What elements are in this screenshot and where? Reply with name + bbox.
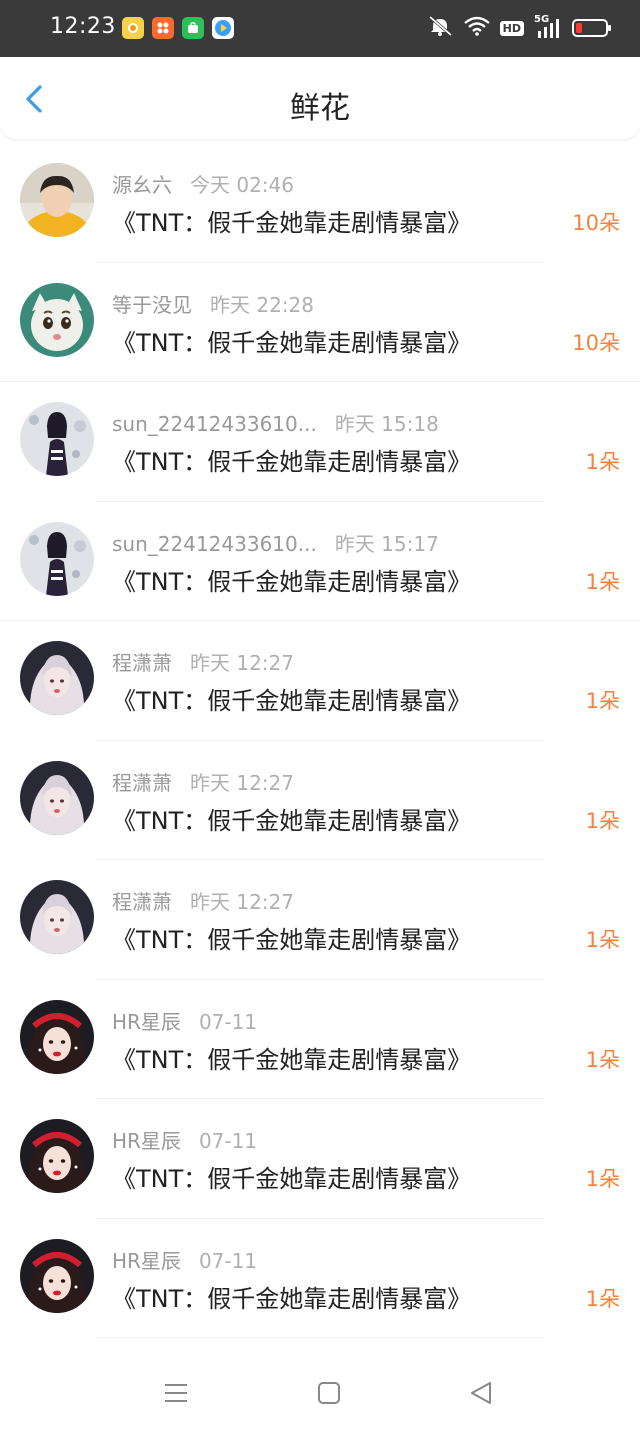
list-item[interactable]: HR星辰 07-11 《TNT：假千金她靠走剧情暴富》 1朵 [0, 1099, 640, 1219]
avatar[interactable] [20, 1119, 94, 1193]
flower-count: 1朵 [585, 1047, 620, 1072]
signal-icon: 5G [534, 14, 562, 39]
weather-app-icon [122, 17, 144, 39]
header: 鲜花 [0, 57, 640, 139]
item-meta: 程潇萧 昨天 12:27 [112, 767, 294, 796]
shop-app-icon [182, 17, 204, 39]
flower-count: 10朵 [572, 211, 620, 235]
book-title[interactable]: 《TNT：假千金她靠走剧情暴富》 [112, 801, 471, 836]
list-item[interactable]: 源幺六 今天 02:46 《TNT：假千金她靠走剧情暴富》 10朵 [0, 143, 640, 263]
battery-level [576, 23, 582, 33]
user-name[interactable]: sun_22412433610... [112, 532, 317, 556]
user-name[interactable]: 等于没见 [112, 293, 192, 317]
item-meta: HR星辰 07-11 [112, 1245, 257, 1274]
media-app-icon [212, 17, 234, 39]
user-name[interactable]: 程潇萧 [112, 890, 172, 914]
screen: 12:23 HD 5G 鲜花 源幺六 今天 02:46 《TNT：假千金她靠走剧… [0, 0, 640, 1433]
divider [96, 1337, 544, 1338]
home-button[interactable] [316, 1380, 342, 1406]
timestamp: 07-11 [198, 1009, 258, 1034]
timestamp: 昨天 22:28 [210, 292, 314, 317]
item-meta: sun_22412433610... 昨天 15:17 [112, 528, 439, 557]
list-item[interactable]: sun_22412433610... 昨天 15:17 《TNT：假千金她靠走剧情… [0, 502, 640, 621]
list-item[interactable]: 程潇萧 昨天 12:27 《TNT：假千金她靠走剧情暴富》 1朵 [0, 860, 640, 980]
wifi-icon [463, 16, 490, 40]
user-name[interactable]: 程潇萧 [112, 771, 172, 795]
menu-icon [165, 1384, 187, 1402]
flower-count: 1朵 [585, 808, 620, 833]
status-time: 12:23 [50, 14, 116, 39]
list-item[interactable]: 程潇萧 昨天 12:27 《TNT：假千金她靠走剧情暴富》 1朵 [0, 741, 640, 860]
flower-count: 1朵 [585, 689, 620, 713]
user-name[interactable]: 源幺六 [112, 173, 172, 197]
timestamp: 07-11 [198, 1248, 258, 1273]
list-item[interactable]: HR星辰 07-11 《TNT：假千金她靠走剧情暴富》 1朵 [0, 1219, 640, 1338]
book-title[interactable]: 《TNT：假千金她靠走剧情暴富》 [112, 442, 471, 477]
item-meta: 程潇萧 昨天 12:27 [112, 647, 294, 676]
timestamp: 昨天 15:17 [334, 531, 439, 556]
flower-count: 1朵 [585, 450, 620, 474]
user-name[interactable]: HR星辰 [112, 1010, 181, 1034]
item-meta: 程潇萧 昨天 12:27 [112, 886, 294, 915]
hd-badge: HD [499, 20, 524, 36]
user-name[interactable]: sun_22412433610... [112, 412, 317, 436]
system-nav-bar [0, 1350, 640, 1433]
book-title[interactable]: 《TNT：假千金她靠走剧情暴富》 [112, 681, 471, 716]
book-title[interactable]: 《TNT：假千金她靠走剧情暴富》 [112, 1040, 471, 1075]
book-title[interactable]: 《TNT：假千金她靠走剧情暴富》 [112, 920, 471, 955]
nav-back-button[interactable] [468, 1380, 494, 1406]
flower-count: 1朵 [585, 1286, 620, 1311]
status-bar: 12:23 HD 5G [0, 0, 640, 57]
avatar[interactable] [20, 641, 94, 715]
avatar[interactable] [20, 880, 94, 954]
list-item[interactable]: 等于没见 昨天 22:28 《TNT：假千金她靠走剧情暴富》 10朵 [0, 263, 640, 382]
back-triangle-icon [471, 1382, 491, 1404]
timestamp: 昨天 15:18 [334, 412, 439, 436]
timestamp: 昨天 12:27 [190, 651, 294, 675]
video-app-icon [152, 17, 174, 39]
page-title: 鲜花 [290, 91, 350, 126]
item-meta: 等于没见 昨天 22:28 [112, 289, 314, 318]
avatar[interactable] [20, 760, 94, 835]
item-meta: HR星辰 07-11 [112, 1006, 257, 1035]
status-indicators: HD 5G [428, 14, 611, 41]
user-name[interactable]: 程潇萧 [112, 651, 172, 675]
list-item[interactable]: sun_22412433610... 昨天 15:18 《TNT：假千金她靠走剧情… [0, 382, 640, 502]
book-title[interactable]: 《TNT：假千金她靠走剧情暴富》 [112, 323, 471, 358]
avatar[interactable] [20, 521, 94, 596]
timestamp: 昨天 12:27 [190, 770, 294, 795]
mute-icon [428, 15, 454, 41]
timestamp: 昨天 12:27 [190, 890, 294, 914]
avatar[interactable] [20, 1238, 94, 1313]
book-title[interactable]: 《TNT：假千金她靠走剧情暴富》 [112, 1159, 471, 1194]
item-meta: 源幺六 今天 02:46 [112, 169, 294, 198]
flower-count: 1朵 [585, 928, 620, 952]
avatar[interactable] [20, 999, 94, 1074]
book-title[interactable]: 《TNT：假千金她靠走剧情暴富》 [112, 203, 471, 238]
home-square-icon [318, 1382, 340, 1404]
user-name[interactable]: HR星辰 [112, 1129, 181, 1153]
timestamp: 07-11 [198, 1129, 258, 1153]
menu-button[interactable] [163, 1380, 189, 1406]
list-item[interactable]: HR星辰 07-11 《TNT：假千金她靠走剧情暴富》 1朵 [0, 980, 640, 1099]
user-name[interactable]: HR星辰 [112, 1249, 181, 1273]
timestamp: 今天 02:46 [190, 173, 294, 197]
list-item[interactable]: 程潇萧 昨天 12:27 《TNT：假千金她靠走剧情暴富》 1朵 [0, 621, 640, 741]
avatar[interactable] [20, 282, 94, 357]
flower-count: 1朵 [585, 1167, 620, 1191]
flower-count: 10朵 [572, 330, 620, 355]
status-app-icons [122, 17, 234, 39]
battery-icon [572, 19, 611, 37]
avatar[interactable] [20, 402, 94, 476]
item-meta: HR星辰 07-11 [112, 1125, 257, 1154]
book-title[interactable]: 《TNT：假千金她靠走剧情暴富》 [112, 1279, 471, 1314]
book-title[interactable]: 《TNT：假千金她靠走剧情暴富》 [112, 562, 471, 597]
flower-count: 1朵 [585, 569, 620, 594]
item-meta: sun_22412433610... 昨天 15:18 [112, 408, 439, 437]
flower-gift-list: 源幺六 今天 02:46 《TNT：假千金她靠走剧情暴富》 10朵 等于没见 昨… [0, 143, 640, 1338]
avatar[interactable] [20, 163, 94, 237]
